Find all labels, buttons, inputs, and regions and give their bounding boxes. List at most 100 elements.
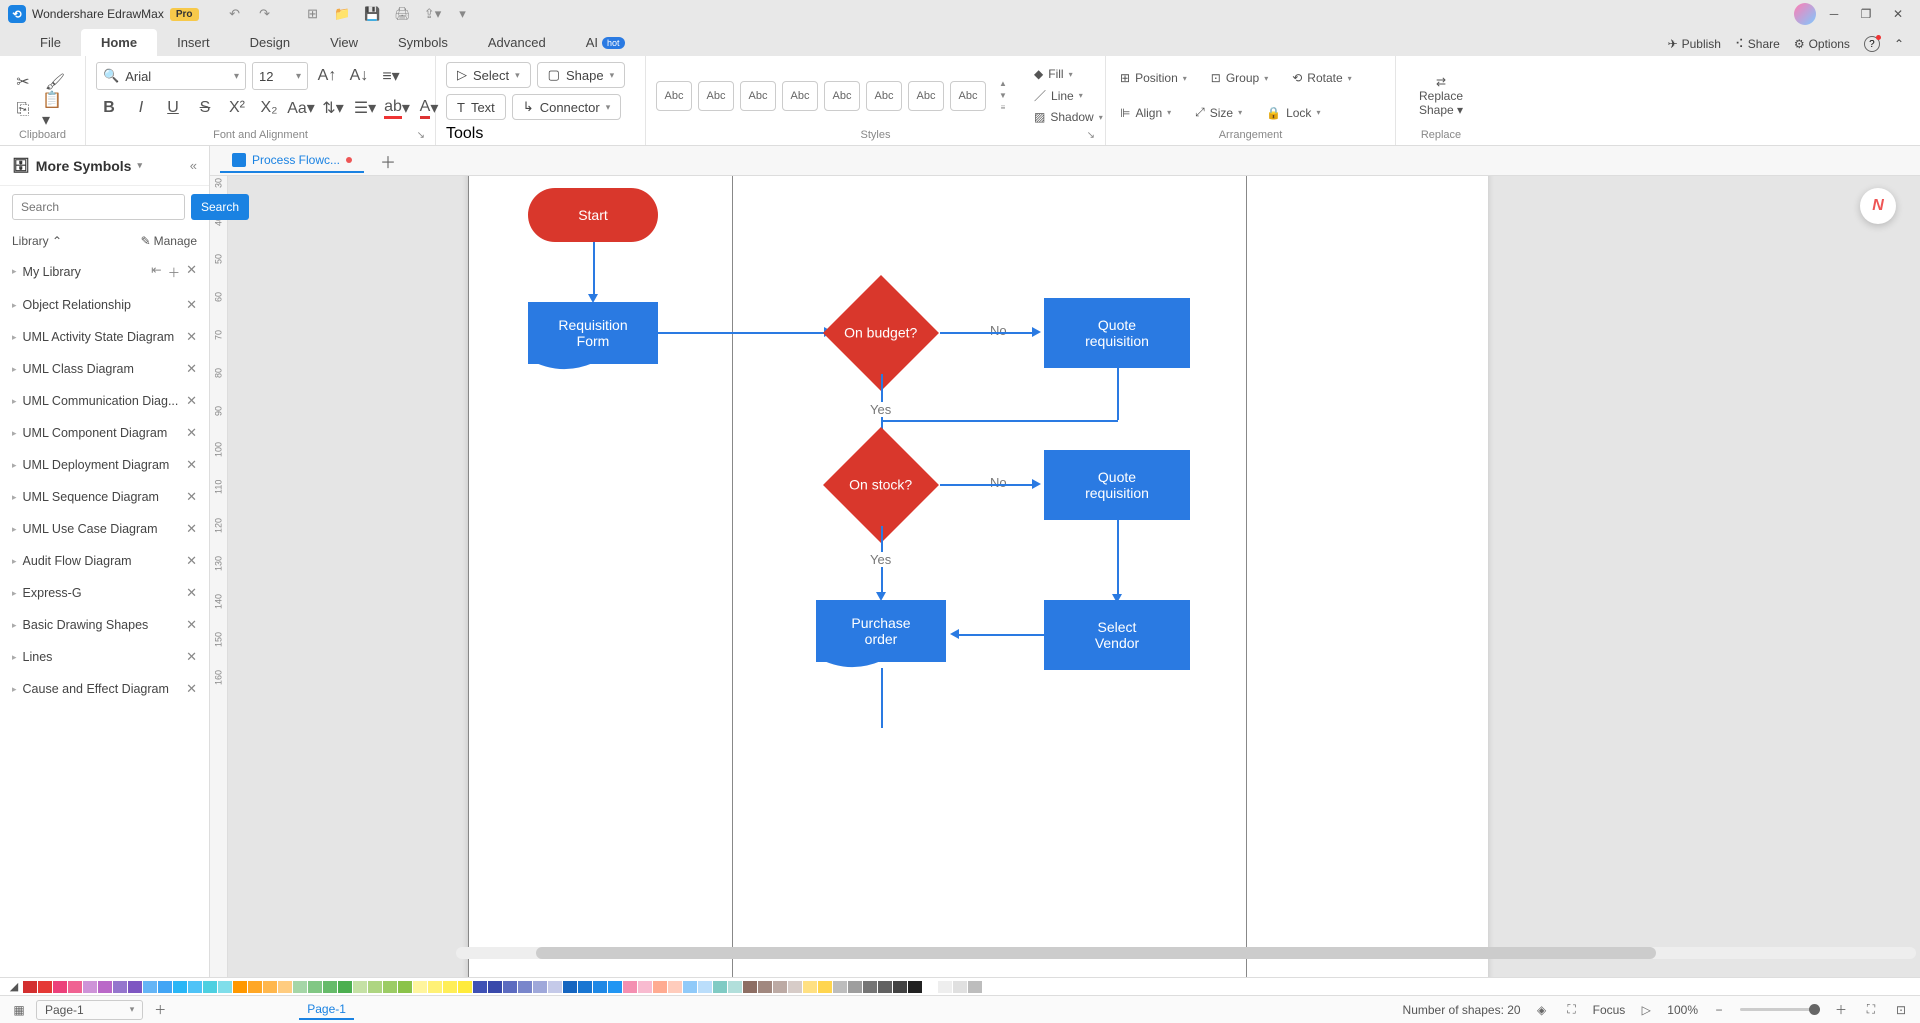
color-swatch[interactable] [653, 981, 667, 993]
color-swatch[interactable] [278, 981, 292, 993]
close-icon[interactable]: ✕ [186, 585, 197, 601]
canvas[interactable]: Start Requisition Form On budget? No [228, 164, 1920, 977]
color-swatch[interactable] [83, 981, 97, 993]
page-layout-icon[interactable]: ▦ [10, 1001, 28, 1019]
shape-select-vendor[interactable]: Select Vendor [1044, 600, 1190, 670]
import-icon[interactable]: ⇤ [151, 262, 161, 281]
color-swatch[interactable] [443, 981, 457, 993]
font-launcher[interactable]: ↘ [417, 130, 425, 141]
color-swatch[interactable] [458, 981, 472, 993]
color-swatch[interactable] [593, 981, 607, 993]
color-swatch[interactable] [578, 981, 592, 993]
align-button[interactable]: ≡▾ [378, 64, 404, 88]
add-tab-button[interactable]: ＋ [378, 151, 398, 171]
color-swatch[interactable] [203, 981, 217, 993]
replace-shape-button[interactable]: ⇄ Replace Shape ▾ [1409, 71, 1473, 121]
color-swatch[interactable] [548, 981, 562, 993]
color-swatch[interactable] [833, 981, 847, 993]
connector[interactable] [593, 242, 595, 298]
paste-button[interactable]: 📋▾ [42, 98, 68, 122]
sidebar-title[interactable]: 🗄 More Symbols ▾ [12, 157, 142, 174]
library-item[interactable]: ▸Audit Flow Diagram✕ [0, 545, 209, 577]
color-swatch[interactable] [173, 981, 187, 993]
zoom-out-button[interactable]: − [1710, 1001, 1728, 1019]
style-scroll-more[interactable]: ≡ [996, 103, 1010, 113]
print-button[interactable]: 🖨 [391, 4, 415, 24]
page-tab[interactable]: Page-1 [299, 1000, 354, 1020]
color-swatch[interactable] [848, 981, 862, 993]
color-swatch[interactable] [608, 981, 622, 993]
color-swatch[interactable] [293, 981, 307, 993]
color-swatch[interactable] [518, 981, 532, 993]
library-heading[interactable]: Library ⌃ [12, 234, 62, 248]
color-swatch[interactable] [233, 981, 247, 993]
style-swatch[interactable]: Abc [866, 81, 902, 111]
style-swatch[interactable]: Abc [698, 81, 734, 111]
library-item[interactable]: ▸Express-G✕ [0, 577, 209, 609]
line-spacing-button[interactable]: ⇅▾ [320, 96, 346, 120]
help-button[interactable]: ? [1864, 36, 1880, 52]
user-avatar[interactable] [1794, 3, 1816, 25]
decrease-font-button[interactable]: A↓ [346, 64, 372, 88]
close-icon[interactable]: ✕ [186, 681, 197, 697]
close-icon[interactable]: ✕ [186, 425, 197, 441]
color-swatch[interactable] [263, 981, 277, 993]
close-icon[interactable]: ✕ [186, 329, 197, 345]
color-swatch[interactable] [383, 981, 397, 993]
color-swatch[interactable] [728, 981, 742, 993]
cut-button[interactable]: ✂ [10, 70, 36, 94]
style-scroll-up[interactable]: ▲ [996, 79, 1010, 89]
color-swatch[interactable] [428, 981, 442, 993]
underline-button[interactable]: U [160, 96, 186, 120]
share-button[interactable]: ⠪Share [1735, 37, 1780, 51]
color-swatch[interactable] [188, 981, 202, 993]
line-button[interactable]: ／ Line▾ [1030, 85, 1107, 106]
color-swatch[interactable] [818, 981, 832, 993]
style-swatch[interactable]: Abc [950, 81, 986, 111]
presentation-icon[interactable]: ▷ [1637, 1001, 1655, 1019]
text-tool[interactable]: T Text [446, 94, 506, 120]
position-button[interactable]: ⊞ Position▾ [1116, 69, 1191, 87]
save-button[interactable]: 💾 [361, 4, 385, 24]
color-swatch[interactable] [113, 981, 127, 993]
color-swatch[interactable] [638, 981, 652, 993]
symbol-search-input[interactable] [12, 194, 185, 220]
select-tool[interactable]: ▷ Select ▾ [446, 62, 531, 88]
eyedropper-icon[interactable]: ◢ [6, 980, 22, 994]
highlight-button[interactable]: ab▾ [384, 96, 410, 120]
focus-mode-icon[interactable]: ⛶ [1563, 1001, 1581, 1019]
tab-ai[interactable]: AI hot [566, 29, 645, 56]
shape-on-budget[interactable]: On budget? [840, 292, 922, 374]
export-button[interactable]: ⇪▾ [421, 4, 445, 24]
open-button[interactable]: 📁 [331, 4, 355, 24]
close-icon[interactable]: ✕ [186, 489, 197, 505]
shape-purchase[interactable]: Purchase order [816, 600, 946, 662]
shape-quote1[interactable]: Quote requisition [1044, 298, 1190, 368]
zoom-in-button[interactable]: ＋ [1832, 1001, 1850, 1019]
options-button[interactable]: ⚙Options [1794, 37, 1850, 51]
close-icon[interactable]: ✕ [186, 457, 197, 473]
connector[interactable] [881, 668, 883, 728]
color-swatch[interactable] [353, 981, 367, 993]
color-swatch[interactable] [308, 981, 322, 993]
color-swatch[interactable] [668, 981, 682, 993]
color-swatch[interactable] [158, 981, 172, 993]
close-icon[interactable]: ✕ [186, 521, 197, 537]
strikethrough-button[interactable]: S [192, 96, 218, 120]
zoom-slider[interactable] [1740, 1008, 1820, 1011]
library-item[interactable]: ▸Lines✕ [0, 641, 209, 673]
color-swatch[interactable] [923, 981, 937, 993]
tab-advanced[interactable]: Advanced [468, 29, 566, 56]
doc-tab-active[interactable]: Process Flowc... [220, 149, 364, 173]
color-swatch[interactable] [968, 981, 982, 993]
color-swatch[interactable] [98, 981, 112, 993]
close-icon[interactable]: ✕ [186, 393, 197, 409]
style-gallery[interactable]: AbcAbcAbcAbcAbcAbcAbcAbc [656, 81, 986, 111]
library-item[interactable]: ▸My Library⇤＋✕ [0, 254, 209, 289]
color-swatch[interactable] [743, 981, 757, 993]
tab-home[interactable]: Home [81, 29, 157, 56]
library-item[interactable]: ▸UML Class Diagram✕ [0, 353, 209, 385]
library-item[interactable]: ▸UML Communication Diag...✕ [0, 385, 209, 417]
sidebar-collapse-button[interactable]: « [190, 158, 197, 173]
layers-icon[interactable]: ◈ [1533, 1001, 1551, 1019]
